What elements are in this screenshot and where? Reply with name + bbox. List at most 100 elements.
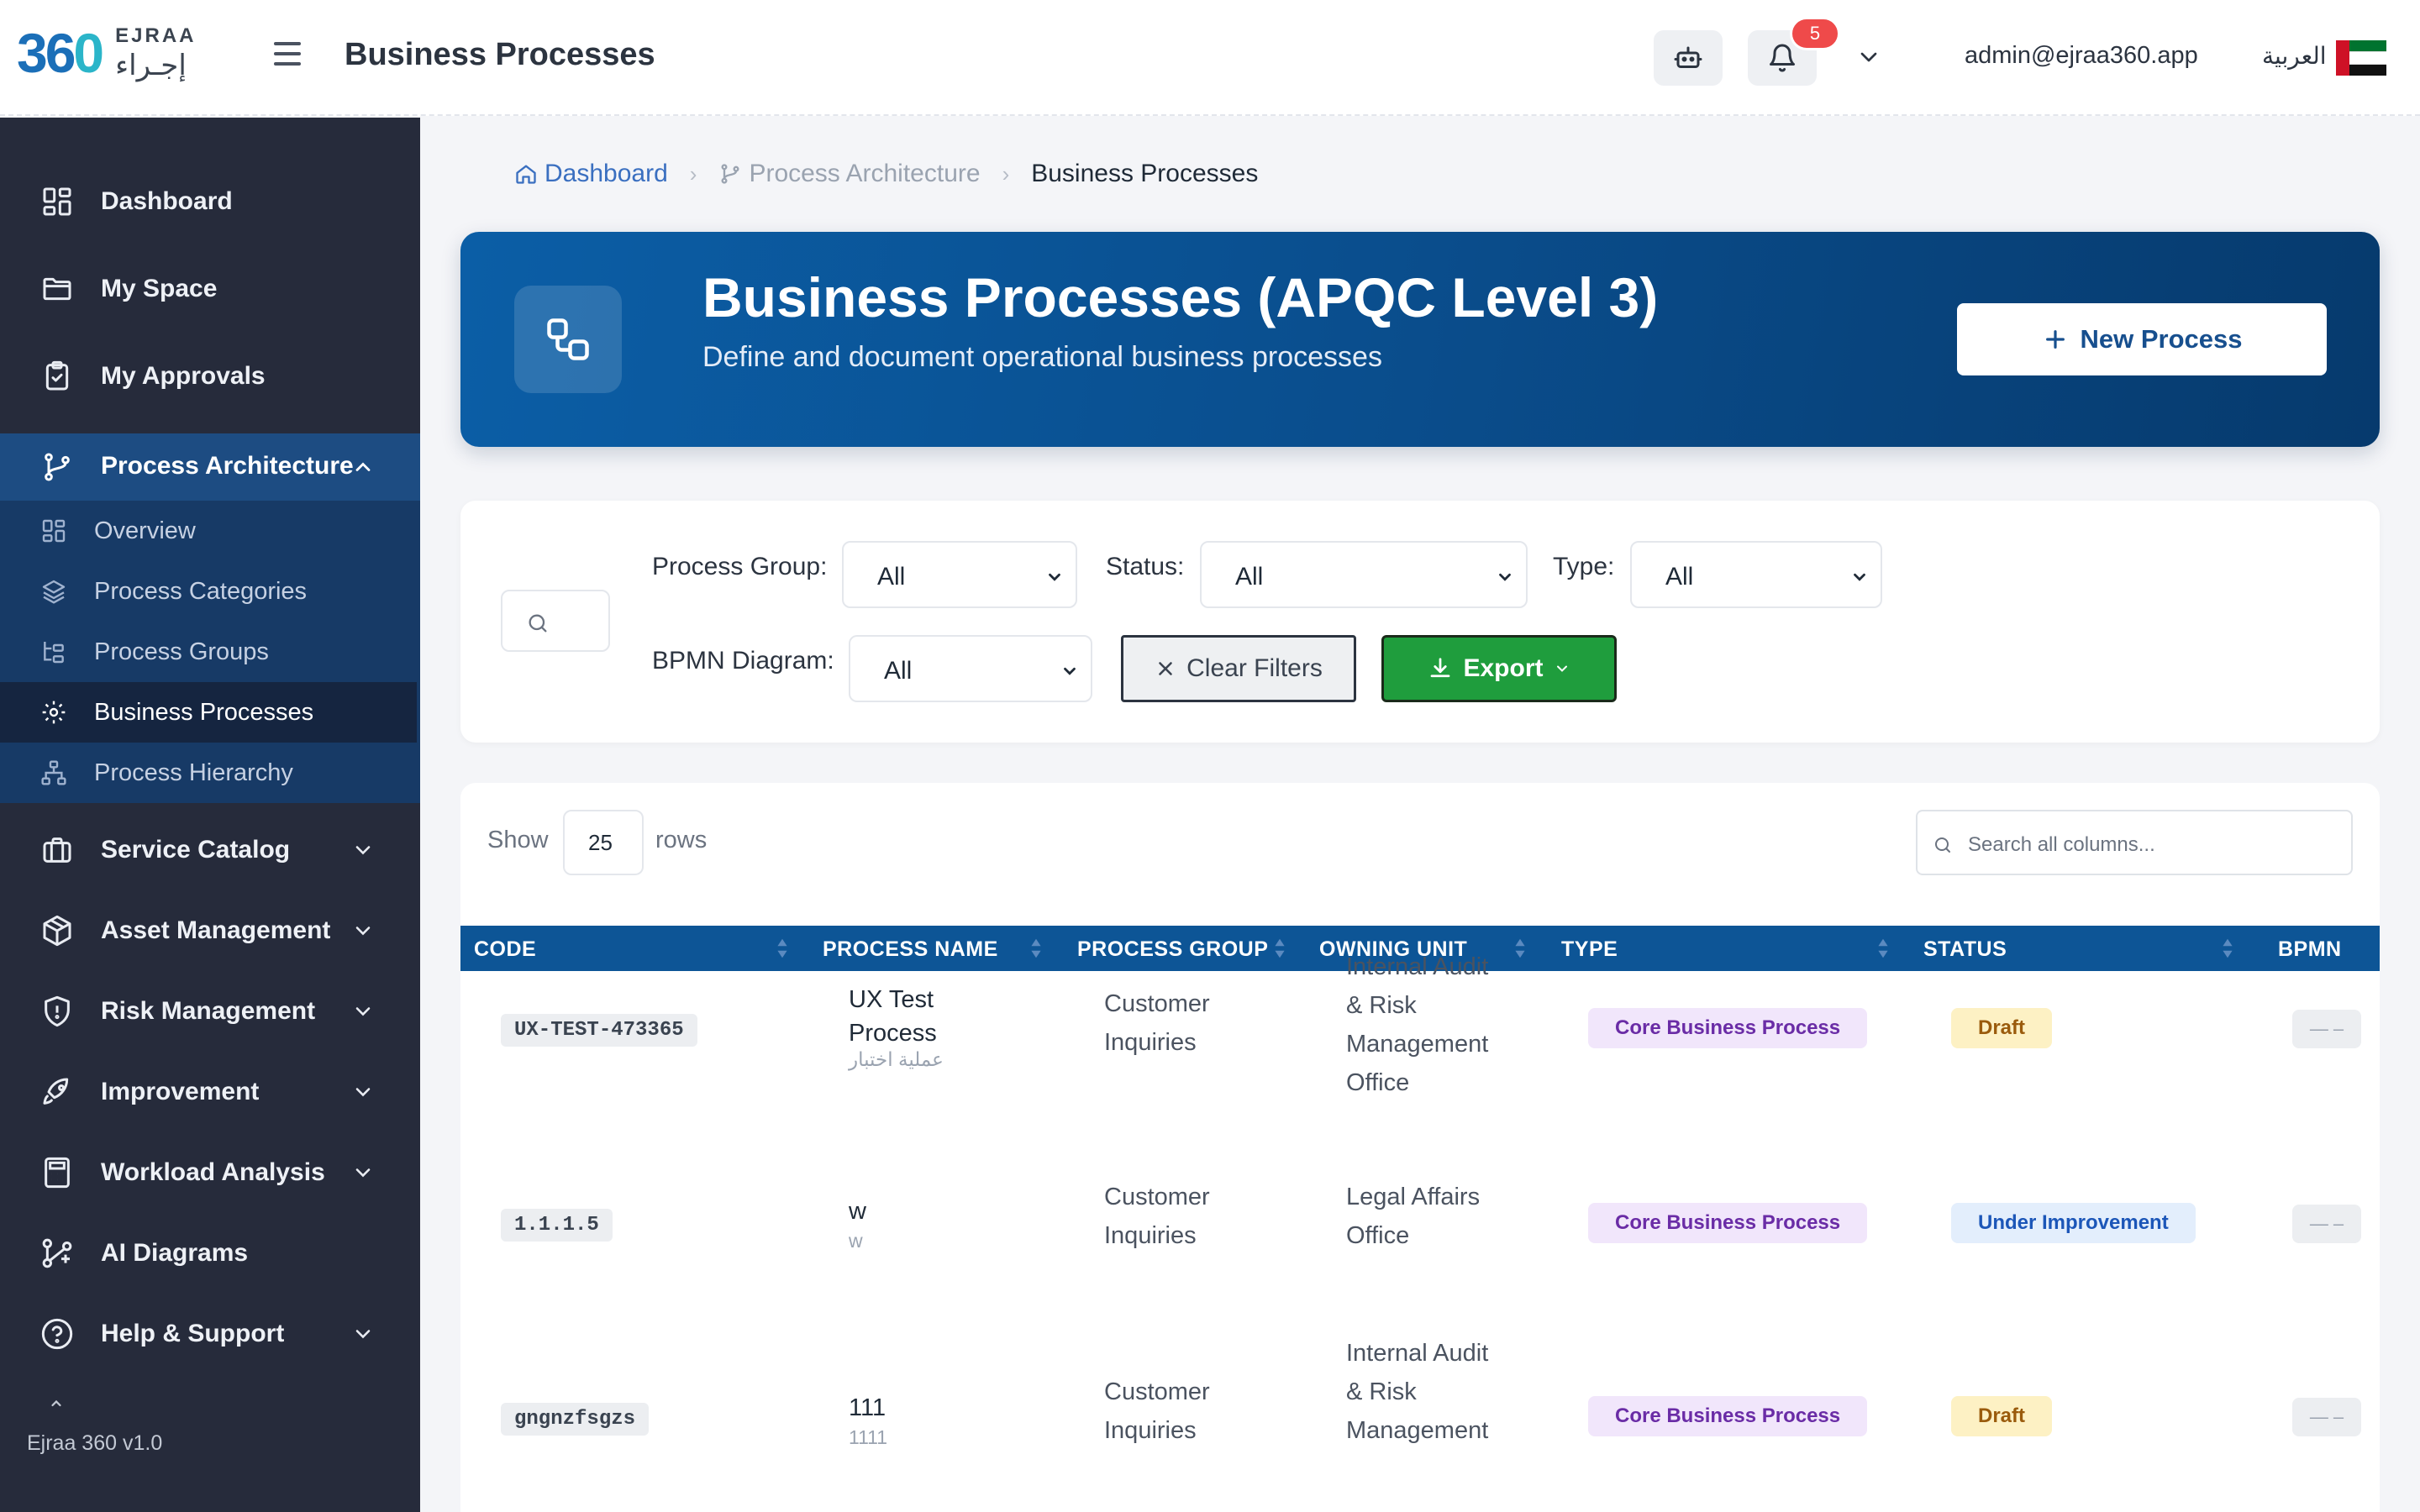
process-group-value: All bbox=[877, 563, 906, 591]
sidebar-item-service-catalog[interactable]: Service Catalog bbox=[0, 810, 420, 890]
hamburger-icon[interactable] bbox=[274, 42, 301, 67]
sidebar-item-my-approvals[interactable]: My Approvals bbox=[0, 336, 420, 417]
chevron-down-icon bbox=[1854, 573, 1865, 581]
briefcase-icon bbox=[43, 837, 71, 863]
rows-per-page-value: 25 bbox=[588, 830, 613, 855]
bpmn-indicator[interactable]: — – bbox=[2292, 1205, 2361, 1243]
status-label: Status: bbox=[1106, 553, 1185, 580]
sidebar-item-asset-management[interactable]: Asset Management bbox=[0, 890, 420, 971]
hierarchy-icon bbox=[41, 760, 66, 785]
owning-unit-line: & Risk bbox=[1346, 1378, 1417, 1405]
chevron-down-icon[interactable] bbox=[1855, 44, 1882, 71]
column-header-type[interactable]: TYPE bbox=[1561, 937, 1618, 962]
chevron-up-small-icon[interactable] bbox=[49, 1398, 64, 1408]
type-select[interactable]: All bbox=[1630, 541, 1882, 608]
rows-label: rows bbox=[655, 827, 708, 853]
sidebar-item-workload-analysis[interactable]: Workload Analysis bbox=[0, 1132, 420, 1213]
process-code: 1.1.1.5 bbox=[501, 1209, 613, 1242]
rows-per-page-select[interactable]: 25 bbox=[563, 810, 644, 875]
table-row[interactable]: gngnzfsgzs 111 1111 Customer Inquiries In… bbox=[460, 1340, 2380, 1512]
app-logo[interactable]: 360 EJRAA إجـراء bbox=[17, 25, 197, 81]
process-group-select[interactable]: All bbox=[842, 541, 1077, 608]
sidebar-subitem-process-groups[interactable]: Process Groups bbox=[0, 622, 417, 682]
ai-assistant-button[interactable] bbox=[1654, 30, 1723, 86]
help-circle-icon bbox=[41, 1318, 73, 1350]
status-badge: Draft bbox=[1951, 1008, 2053, 1048]
process-name[interactable]: UX Test Process bbox=[849, 983, 937, 1050]
breadcrumb-parent[interactable]: Process Architecture bbox=[718, 160, 981, 188]
page-header-banner: Business Processes (APQC Level 3) Define… bbox=[460, 232, 2380, 447]
sidebar-item-my-space[interactable]: My Space bbox=[0, 249, 420, 329]
process-group: Customer Inquiries bbox=[1104, 984, 1210, 1062]
page-title: Business Processes bbox=[345, 37, 655, 72]
shield-alert-icon bbox=[45, 995, 70, 1027]
sidebar-item-risk-management[interactable]: Risk Management bbox=[0, 971, 420, 1052]
sidebar-subitem-process-categories[interactable]: Process Categories bbox=[0, 561, 417, 622]
column-header-process-name[interactable]: PROCESS NAME bbox=[823, 937, 998, 962]
sidebar-subitem-label: Business Processes bbox=[94, 698, 314, 726]
rocket-icon bbox=[43, 1078, 69, 1105]
sidebar-item-improvement[interactable]: Improvement bbox=[0, 1052, 420, 1132]
layers-icon bbox=[42, 580, 66, 604]
sort-icon[interactable] bbox=[1030, 936, 1042, 961]
type-badge: Core Business Process bbox=[1588, 1396, 1868, 1436]
chevron-down-icon bbox=[355, 1088, 371, 1097]
logo-mark: 360 bbox=[17, 22, 104, 84]
grid-icon bbox=[42, 519, 66, 543]
sidebar-item-help-support[interactable]: Help & Support bbox=[0, 1294, 420, 1374]
column-header-code[interactable]: CODE bbox=[474, 937, 536, 962]
sidebar-subitem-overview[interactable]: Overview bbox=[0, 501, 417, 561]
process-group: Customer Inquiries bbox=[1104, 1178, 1210, 1255]
bpmn-diagram-label: BPMN Diagram: bbox=[652, 647, 834, 675]
process-name[interactable]: w bbox=[849, 1194, 866, 1228]
hero-subtitle: Define and document operational business… bbox=[702, 341, 1382, 373]
workflow-icon bbox=[42, 1238, 72, 1268]
table-row[interactable]: UX-TEST-473365 UX Test Process عملية اختب… bbox=[460, 953, 2380, 1168]
sort-icon[interactable] bbox=[1274, 936, 1286, 961]
bpmn-indicator[interactable]: — – bbox=[2292, 1010, 2361, 1048]
filter-search-input[interactable] bbox=[501, 590, 610, 652]
tree-icon bbox=[44, 642, 64, 664]
sidebar-subitem-label: Process Hierarchy bbox=[94, 759, 293, 786]
uae-flag-icon[interactable] bbox=[2336, 40, 2386, 76]
table-search-input[interactable]: Search all columns... bbox=[1916, 810, 2353, 875]
sidebar-item-dashboard[interactable]: Dashboard bbox=[0, 161, 420, 242]
process-name[interactable]: 111 bbox=[849, 1391, 886, 1425]
process-name-line: UX Test bbox=[849, 986, 934, 1013]
sidebar-item-process-architecture[interactable]: Process Architecture bbox=[0, 433, 420, 501]
sort-icon[interactable] bbox=[776, 936, 788, 961]
column-header-status[interactable]: STATUS bbox=[1923, 937, 2007, 962]
logo-number-accent: 0 bbox=[73, 22, 104, 84]
sidebar-item-label: Asset Management bbox=[101, 916, 331, 944]
owning-unit-line: Office bbox=[1346, 1222, 1410, 1249]
chevron-down-icon bbox=[355, 846, 371, 855]
bpmn-indicator[interactable]: — – bbox=[2292, 1398, 2361, 1436]
new-process-button[interactable]: New Process bbox=[1957, 303, 2327, 375]
column-header-process-group[interactable]: PROCESS GROUP bbox=[1077, 937, 1268, 962]
sidebar-item-label: Dashboard bbox=[101, 187, 233, 215]
language-switch[interactable]: العربية bbox=[2262, 42, 2327, 70]
breadcrumb-current: Business Processes bbox=[1031, 160, 1259, 187]
sidebar-subitem-label: Overview bbox=[94, 517, 196, 544]
sidebar-subitem-process-hierarchy[interactable]: Process Hierarchy bbox=[0, 743, 417, 803]
notifications-button[interactable]: 5 bbox=[1748, 17, 1840, 86]
user-email[interactable]: admin@ejraa360.app bbox=[1965, 42, 2198, 70]
bpmn-diagram-select[interactable]: All bbox=[849, 635, 1092, 702]
logo-name-ar: إجـراء bbox=[115, 50, 187, 81]
export-button[interactable]: Export bbox=[1381, 635, 1617, 702]
logo-name-en: EJRAA bbox=[115, 24, 197, 47]
type-label: Type: bbox=[1553, 553, 1615, 580]
sidebar-subitem-business-processes[interactable]: Business Processes bbox=[0, 682, 417, 743]
sidebar-item-ai-diagrams[interactable]: AI Diagrams bbox=[0, 1213, 420, 1294]
clear-filters-button[interactable]: Clear Filters bbox=[1121, 635, 1356, 702]
column-header-bpmn[interactable]: BPMN bbox=[2278, 937, 2342, 962]
sidebar-item-label: AI Diagrams bbox=[101, 1239, 249, 1267]
status-select[interactable]: All bbox=[1200, 541, 1528, 608]
breadcrumb-home[interactable]: Dashboard bbox=[514, 160, 668, 188]
chevron-up-icon bbox=[355, 462, 371, 471]
sort-icon[interactable] bbox=[1877, 936, 1889, 961]
process-group: Customer Inquiries bbox=[1104, 1373, 1210, 1450]
chevron-down-icon bbox=[1049, 573, 1060, 581]
sort-icon[interactable] bbox=[2222, 936, 2233, 961]
sort-icon[interactable] bbox=[1514, 936, 1526, 961]
